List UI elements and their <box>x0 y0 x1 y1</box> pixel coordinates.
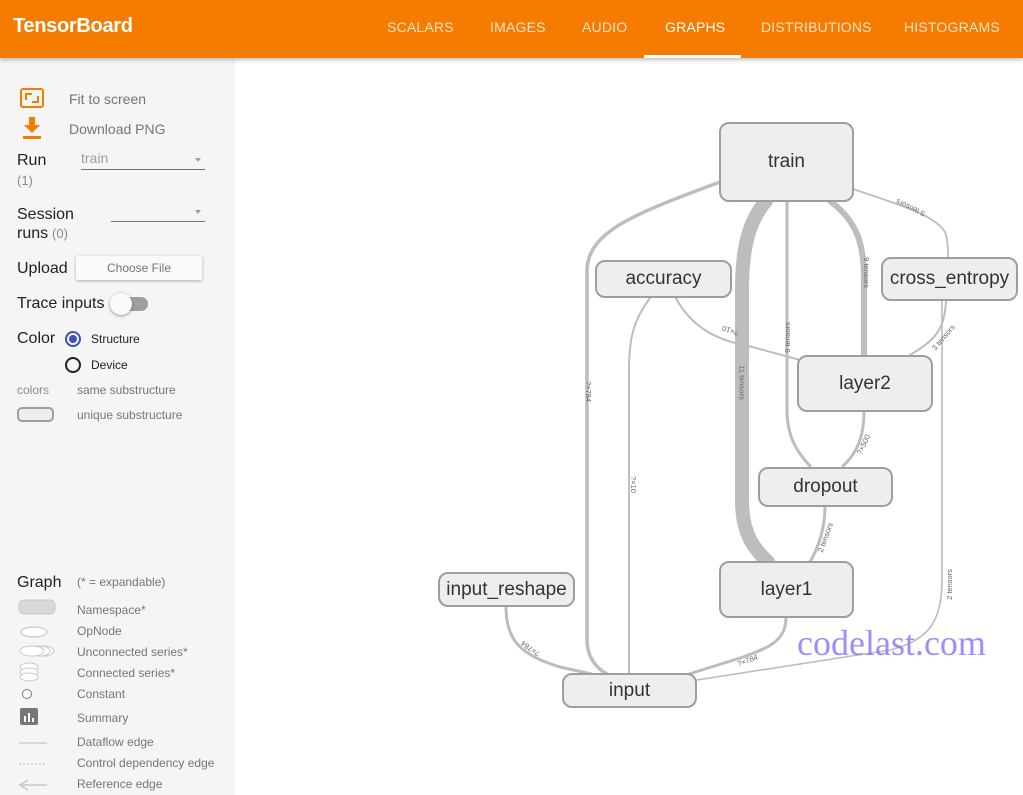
tab-audio[interactable]: AUDIO <box>582 19 627 35</box>
edge-label-train-input: ?×784 <box>584 380 594 403</box>
top-app-bar: TensorBoard SCALARS IMAGES AUDIO GRAPHS … <box>0 0 1023 58</box>
edge-label-accuracy-input: ?×10 <box>628 476 638 493</box>
watermark: codelast.com <box>797 623 986 663</box>
node-layer1[interactable]: layer1 <box>719 561 854 618</box>
tab-distributions[interactable]: DISTRIBUTIONS <box>761 19 872 35</box>
active-tab-indicator <box>644 55 741 58</box>
node-dropout[interactable]: dropout <box>758 467 893 507</box>
tab-bar: SCALARS IMAGES AUDIO GRAPHS DISTRIBUTION… <box>0 0 1023 58</box>
edge-input-reshape-input <box>504 604 598 677</box>
edge-label-train-layer2: 9 tensors <box>861 257 871 288</box>
node-input-reshape[interactable]: input_reshape <box>438 572 575 607</box>
tab-graphs[interactable]: GRAPHS <box>665 19 725 35</box>
tab-scalars[interactable]: SCALARS <box>387 19 454 35</box>
node-accuracy[interactable]: accuracy <box>595 260 732 298</box>
node-layer2[interactable]: layer2 <box>797 355 933 412</box>
edge-layer1-input <box>684 616 788 677</box>
edge-label-cross-entropy-input: 2 tensors <box>944 569 954 600</box>
tab-histograms[interactable]: HISTOGRAMS <box>904 19 1000 35</box>
edge-label-train-dropout: 9 tensors <box>782 322 792 353</box>
tab-images[interactable]: IMAGES <box>490 19 546 35</box>
edge-train-input <box>585 180 722 678</box>
node-cross-entropy[interactable]: cross_entropy <box>881 257 1018 301</box>
edge-train-layer2 <box>827 198 867 359</box>
node-input[interactable]: input <box>562 673 697 708</box>
edge-label-train-layer1: 11 tensors <box>737 365 747 400</box>
node-train[interactable]: train <box>719 122 854 202</box>
